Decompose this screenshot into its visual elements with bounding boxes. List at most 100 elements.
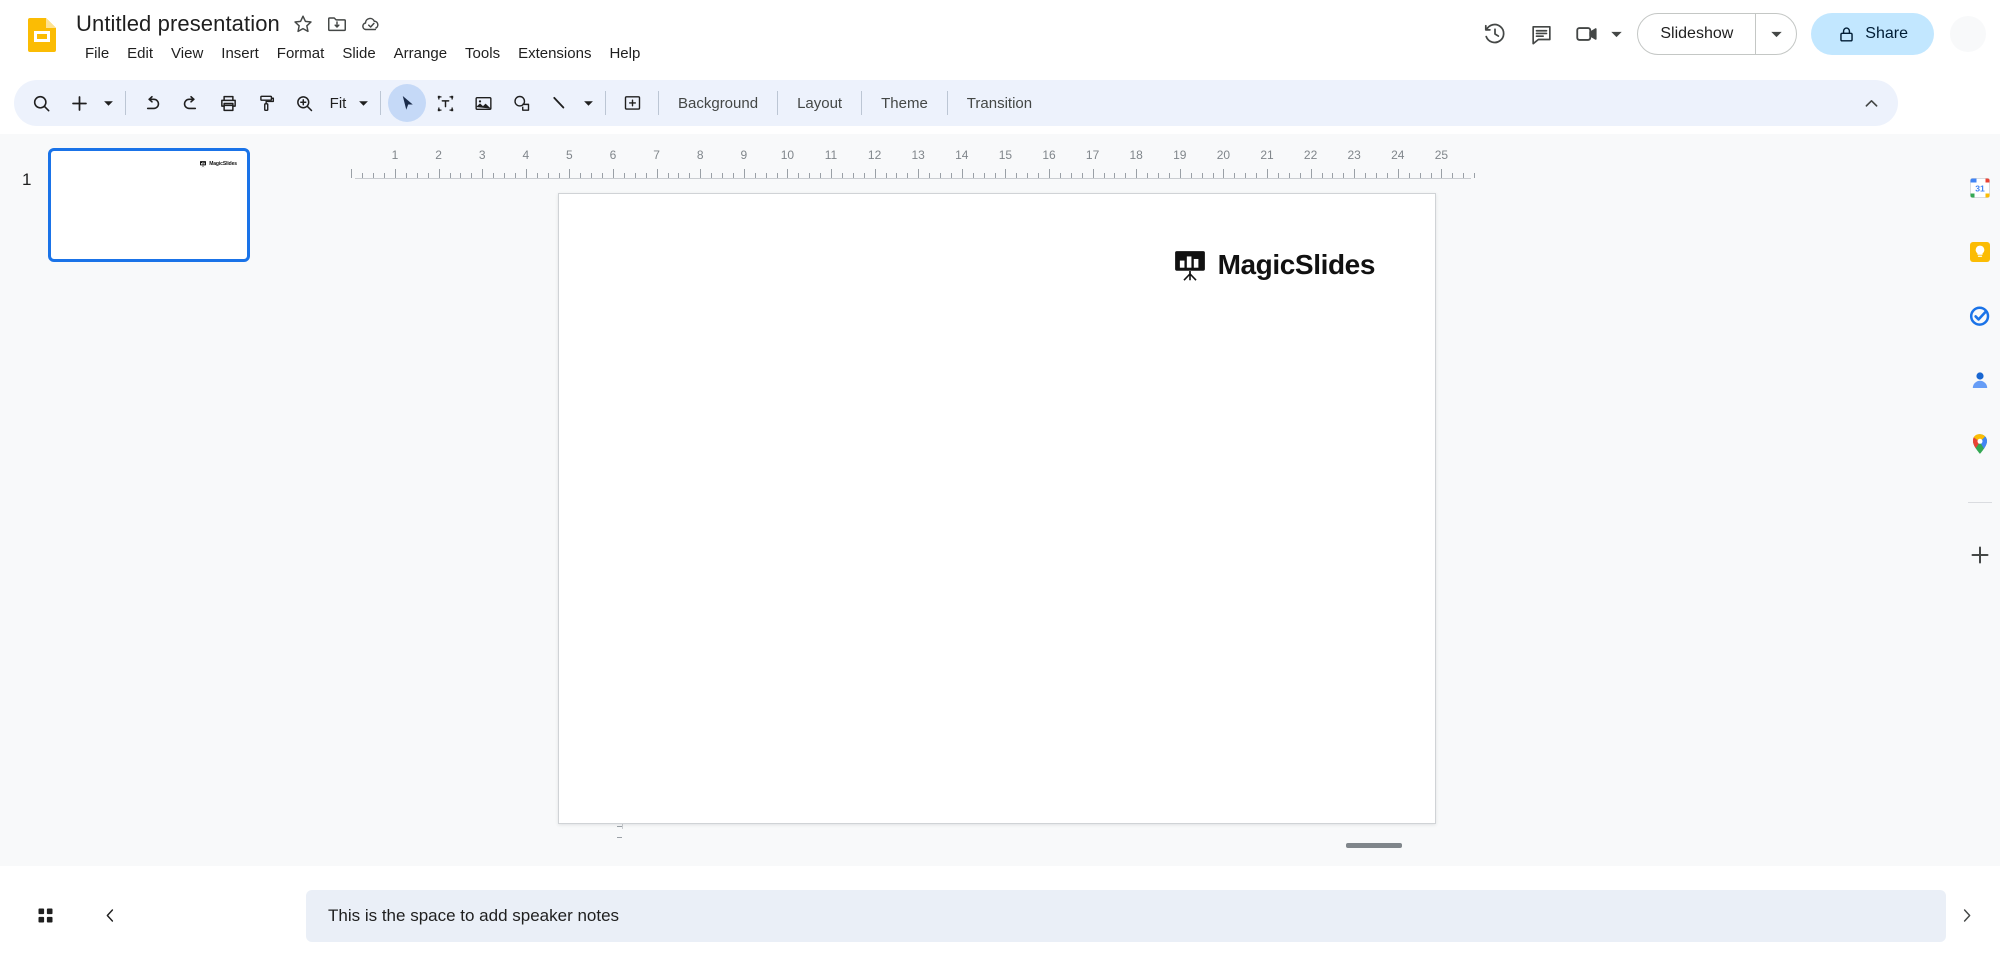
menu-item-file[interactable]: File [76,43,118,64]
menu-bar: File Edit View Insert Format Slide Arran… [76,43,649,64]
select-cursor-icon[interactable] [388,84,426,122]
move-to-folder-icon[interactable] [326,13,348,35]
line-icon[interactable] [540,84,578,122]
ruler-tick [416,173,418,178]
ruler-tick [482,169,484,178]
ruler-label: 21 [1260,148,1274,162]
ruler-label: 12 [867,148,882,162]
collapse-filmstrip-icon[interactable] [90,895,130,935]
meet-caret-icon[interactable] [1610,28,1623,41]
slideshow-chevron-down-icon[interactable] [1756,14,1796,54]
menu-item-edit[interactable]: Edit [118,43,162,64]
ruler-label: 1 [391,148,399,162]
slideshow-label[interactable]: Slideshow [1638,14,1755,54]
menu-item-extensions[interactable]: Extensions [509,43,600,64]
page-title[interactable]: Untitled presentation [76,11,280,37]
ruler-tick [722,173,723,178]
ruler-tick [547,173,549,178]
meet-camera-button[interactable] [1564,11,1627,57]
grid-view-icon[interactable] [25,895,65,935]
menu-item-view[interactable]: View [162,43,212,64]
account-avatar[interactable] [1950,16,1986,52]
search-icon[interactable] [22,84,60,122]
zoom-level-label[interactable]: Fit [323,95,353,112]
ruler-tick [983,173,985,178]
google-contacts-icon[interactable] [1968,368,1992,392]
ruler-tick [994,173,996,178]
ruler-tick [852,173,854,178]
ruler-tick [885,173,887,178]
menu-item-tools[interactable]: Tools [456,43,509,64]
ruler-tick [874,169,876,178]
ruler-tick [471,173,473,178]
speaker-notes-input[interactable]: This is the space to add speaker notes [306,890,1946,942]
theme-button[interactable]: Theme [869,89,940,118]
slide-canvas[interactable]: MagicSlides [558,193,1436,824]
ruler-tick [623,173,625,178]
ruler-tick [809,173,811,178]
new-slide-caret-icon[interactable] [98,84,118,122]
slide-thumbnail-1[interactable]: MagicSlides [48,148,250,262]
toolbar-divider [946,91,948,115]
menu-item-help[interactable]: Help [600,43,649,64]
zoom-caret-icon[interactable] [353,84,373,122]
menu-item-format[interactable]: Format [268,43,334,64]
ruler-tick [732,173,734,178]
ruler-tick [1397,169,1399,178]
thumbnail-logo: MagicSlides [199,160,237,168]
background-button[interactable]: Background [666,89,770,118]
paint-format-icon[interactable] [247,84,285,122]
menu-item-arrange[interactable]: Arrange [385,43,456,64]
ruler-tick [950,173,952,178]
ruler-tick [1343,173,1345,178]
ruler-tick [1256,173,1258,178]
undo-icon[interactable] [133,84,171,122]
side-panel-divider [1968,502,1992,503]
lock-icon [1837,25,1856,44]
transition-button[interactable]: Transition [955,89,1044,118]
zoom-icon[interactable] [285,84,323,122]
ruler-label: 14 [955,148,969,162]
ruler-label: 5 [566,148,573,162]
ruler-tick [645,173,647,178]
slideshow-button[interactable]: Slideshow [1637,13,1798,55]
google-keep-icon[interactable] [1968,240,1992,264]
expand-notes-icon[interactable] [1946,895,1986,935]
slide-filmstrip-panel: 1 MagicSlides [0,134,306,866]
line-caret-icon[interactable] [578,84,598,122]
print-icon[interactable] [209,84,247,122]
ruler-tick [1223,169,1225,178]
collapse-toolbar-icon[interactable] [1852,84,1890,122]
menu-item-slide[interactable]: Slide [333,43,384,64]
version-history-icon[interactable] [1472,11,1518,57]
google-tasks-icon[interactable] [1968,304,1992,328]
text-box-icon[interactable] [426,84,464,122]
shape-icon[interactable] [502,84,540,122]
redo-icon[interactable] [171,84,209,122]
google-maps-icon[interactable] [1968,432,1992,456]
ruler-tick [460,173,462,178]
share-button[interactable]: Share [1811,13,1934,55]
add-comment-icon[interactable] [613,84,651,122]
ruler-tick [754,173,756,178]
ruler-tick [1092,169,1094,178]
toolbar-divider [658,91,659,115]
layout-button[interactable]: Layout [785,89,854,118]
add-ons-plus-icon[interactable] [1968,543,1992,567]
google-calendar-icon[interactable]: 31 [1968,176,1992,200]
ruler-tick [831,169,832,178]
cloud-saved-icon[interactable] [360,13,382,35]
magicslides-logo[interactable]: MagicSlides [1171,246,1375,284]
ruler-tick [1441,169,1443,178]
insert-image-icon[interactable] [464,84,502,122]
slide-number: 1 [22,170,32,189]
notes-resize-handle[interactable] [1346,843,1402,848]
menu-item-insert[interactable]: Insert [212,43,268,64]
comment-icon[interactable] [1518,11,1564,57]
horizontal-ruler[interactable]: 1 2 3 4 5 6 7 8 9 10 11 12 13 14 15 16 17 18 19 20 21 22 23 24 2… [306,148,1960,180]
star-icon[interactable] [292,13,314,35]
new-slide-icon[interactable] [60,84,98,122]
slides-app-icon[interactable] [22,14,62,54]
ruler-label: 3 [478,148,486,162]
meet-camera-icon[interactable] [1564,11,1610,57]
